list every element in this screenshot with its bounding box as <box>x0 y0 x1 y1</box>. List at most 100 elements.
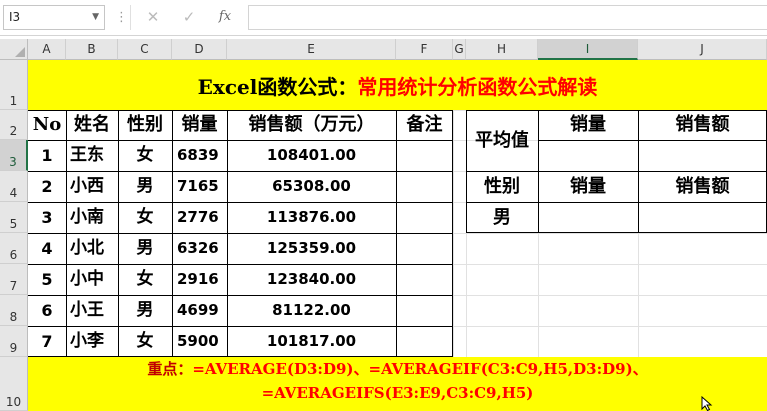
formula-input[interactable] <box>248 5 767 30</box>
row-number: 5 <box>9 217 18 231</box>
row-header-7[interactable]: 7 <box>0 264 28 295</box>
side-gender-value[interactable]: 男 <box>466 202 538 233</box>
column-header-e[interactable]: E <box>227 39 396 60</box>
column-header-d[interactable]: D <box>172 39 227 60</box>
column-header-a[interactable]: A <box>28 39 66 60</box>
header-no[interactable]: No <box>28 110 66 140</box>
column-header-c[interactable]: C <box>118 39 172 60</box>
column-header-g[interactable]: G <box>453 39 466 60</box>
page-title: Excel函数公式：常用统计分析函数公式解读 <box>28 72 767 102</box>
table-cell-no[interactable]: 6 <box>28 295 66 326</box>
row-header-1[interactable]: 1 <box>0 60 28 110</box>
table-cell-no[interactable]: 5 <box>28 264 66 295</box>
table-cell-sales[interactable]: 2916 <box>172 264 227 295</box>
table-cell-no[interactable]: 3 <box>28 202 66 233</box>
male-sales-cell[interactable] <box>538 202 638 233</box>
row-number: 2 <box>9 124 18 138</box>
table-cell-amount[interactable]: 113876.00 <box>227 202 396 233</box>
table-cell-gender[interactable]: 男 <box>118 233 172 264</box>
side-sales-header[interactable]: 销量 <box>538 110 638 140</box>
table-cell-remark[interactable] <box>396 140 453 171</box>
row-number: 1 <box>9 94 18 108</box>
table-cell-name[interactable]: 小南 <box>66 202 118 233</box>
table-cell-no[interactable]: 4 <box>28 233 66 264</box>
table-cell-no[interactable]: 1 <box>28 140 66 171</box>
table-cell-remark[interactable] <box>396 233 453 264</box>
fx-icon[interactable]: fx <box>212 7 238 27</box>
avg-amount-cell[interactable] <box>638 140 767 171</box>
select-all-button[interactable] <box>0 39 28 60</box>
table-cell-sales[interactable]: 7165 <box>172 171 227 202</box>
row-number: 9 <box>9 341 18 355</box>
formula-bar: I3 ▼ ⋮ ✕ ✓ fx <box>0 0 767 36</box>
header-gender[interactable]: 性别 <box>118 110 172 140</box>
table-cell-name[interactable]: 王东 <box>66 140 118 171</box>
header-sales[interactable]: 销量 <box>172 110 227 140</box>
title-part-red: 常用统计分析函数公式解读 <box>357 75 598 99</box>
column-header-i[interactable]: I <box>538 39 638 60</box>
column-header-h[interactable]: H <box>466 39 538 60</box>
check-icon[interactable]: ✓ <box>176 7 202 27</box>
table-cell-name[interactable]: 小北 <box>66 233 118 264</box>
table-cell-name[interactable]: 小李 <box>66 326 118 357</box>
table-cell-name[interactable]: 小西 <box>66 171 118 202</box>
avg-sales-cell[interactable] <box>538 140 638 171</box>
table-cell-name[interactable]: 小中 <box>66 264 118 295</box>
column-header-b[interactable]: B <box>66 39 118 60</box>
row-header-9[interactable]: 9 <box>0 326 28 357</box>
side-sales-header-2[interactable]: 销量 <box>538 171 638 202</box>
table-cell-gender[interactable]: 女 <box>118 326 172 357</box>
table-cell-remark[interactable] <box>396 264 453 295</box>
row-header-2[interactable]: 2 <box>0 110 28 140</box>
note-formula-1: =AVERAGE(D3:D9)、=AVERAGEIF(C3:C9,H5,D3:D… <box>192 360 648 378</box>
table-cell-amount[interactable]: 123840.00 <box>227 264 396 295</box>
table-cell-no[interactable]: 2 <box>28 171 66 202</box>
row-header-5[interactable]: 5 <box>0 202 28 233</box>
column-header-j[interactable]: J <box>638 39 767 60</box>
table-cell-amount[interactable]: 65308.00 <box>227 171 396 202</box>
table-cell-sales[interactable]: 6839 <box>172 140 227 171</box>
table-cell-remark[interactable] <box>396 202 453 233</box>
male-amount-cell[interactable] <box>638 202 767 233</box>
side-avg-label[interactable]: 平均值 <box>466 110 538 171</box>
name-box[interactable]: I3 ▼ <box>3 5 105 30</box>
side-amount-header-2[interactable]: 销售额 <box>638 171 767 202</box>
note-line-1: 重点：=AVERAGE(D3:D9)、=AVERAGEIF(C3:C9,H5,D… <box>28 359 767 380</box>
mouse-pointer-icon <box>701 396 713 411</box>
table-cell-sales[interactable]: 6326 <box>172 233 227 264</box>
row-header-4[interactable]: 4 <box>0 171 28 202</box>
table-cell-gender[interactable]: 女 <box>118 264 172 295</box>
cell-grid[interactable]: Excel函数公式：常用统计分析函数公式解读 No 姓名 性别 销量 销售额（万… <box>28 60 767 411</box>
table-cell-remark[interactable] <box>396 295 453 326</box>
side-amount-header[interactable]: 销售额 <box>638 110 767 140</box>
row-header-8[interactable]: 8 <box>0 295 28 326</box>
table-cell-sales[interactable]: 4699 <box>172 295 227 326</box>
table-cell-amount[interactable]: 101817.00 <box>227 326 396 357</box>
table-cell-gender[interactable]: 男 <box>118 171 172 202</box>
table-cell-amount[interactable]: 81122.00 <box>227 295 396 326</box>
column-header-f[interactable]: F <box>396 39 453 60</box>
header-name[interactable]: 姓名 <box>66 110 118 140</box>
table-cell-gender[interactable]: 女 <box>118 140 172 171</box>
table-cell-gender[interactable]: 女 <box>118 202 172 233</box>
chevron-down-icon[interactable]: ▼ <box>92 6 99 29</box>
vertical-dots-icon[interactable]: ⋮ <box>115 7 128 27</box>
side-gender-label[interactable]: 性别 <box>466 171 538 202</box>
row-number: 4 <box>9 186 18 200</box>
header-remark[interactable]: 备注 <box>396 110 453 140</box>
table-cell-remark[interactable] <box>396 326 453 357</box>
header-amount[interactable]: 销售额（万元） <box>227 110 396 140</box>
table-cell-no[interactable]: 7 <box>28 326 66 357</box>
row-header-10[interactable]: 10 <box>0 357 28 411</box>
table-cell-gender[interactable]: 男 <box>118 295 172 326</box>
table-cell-sales[interactable]: 2776 <box>172 202 227 233</box>
close-icon[interactable]: ✕ <box>140 7 166 27</box>
row-number: 7 <box>9 279 18 293</box>
row-header-3[interactable]: 3 <box>0 140 28 171</box>
row-header-6[interactable]: 6 <box>0 233 28 264</box>
table-cell-amount[interactable]: 125359.00 <box>227 233 396 264</box>
table-cell-amount[interactable]: 108401.00 <box>227 140 396 171</box>
table-cell-sales[interactable]: 5900 <box>172 326 227 357</box>
table-cell-name[interactable]: 小王 <box>66 295 118 326</box>
table-cell-remark[interactable] <box>396 171 453 202</box>
